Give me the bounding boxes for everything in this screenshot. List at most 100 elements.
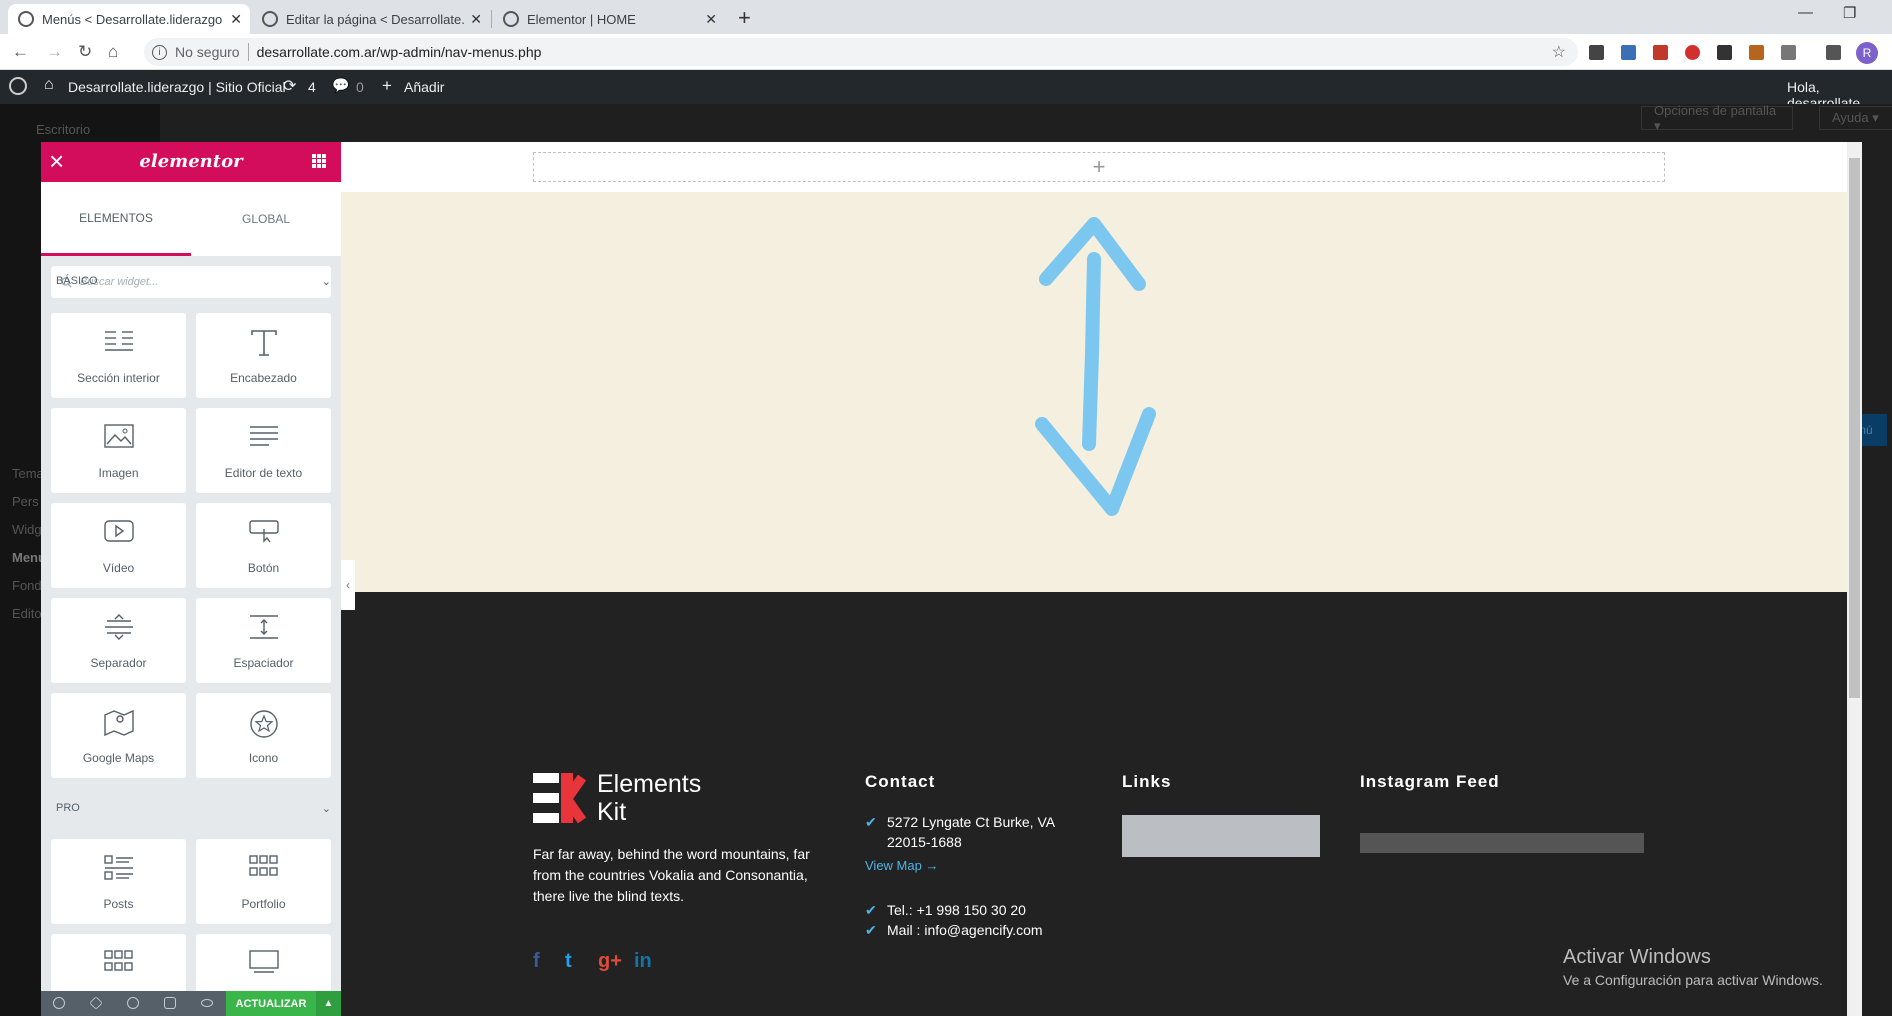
widget-heading[interactable]: Encabezado: [196, 313, 331, 398]
beige-section[interactable]: [341, 192, 1861, 592]
widget-portfolio[interactable]: Portfolio: [196, 839, 331, 924]
widget-video[interactable]: Vídeo: [51, 503, 186, 588]
screen-options-button[interactable]: Opciones de pantalla ▾: [1641, 103, 1793, 133]
extension-icon[interactable]: [1685, 45, 1700, 60]
widget-posts[interactable]: Posts: [51, 839, 186, 924]
sidebar-item-dashboard[interactable]: Escritorio: [36, 122, 90, 137]
extension-icon[interactable]: [1749, 45, 1764, 60]
maximize-icon[interactable]: ❐: [1843, 4, 1856, 22]
tab-global[interactable]: GLOBAL: [191, 182, 341, 256]
plus-icon[interactable]: +: [382, 76, 392, 96]
widget-gallery[interactable]: [51, 934, 186, 991]
updates-count[interactable]: 4: [308, 79, 316, 95]
map-icon: [103, 709, 134, 737]
forward-icon[interactable]: →: [46, 42, 63, 62]
scrollbar-thumb[interactable]: [1849, 158, 1860, 698]
history-icon[interactable]: [127, 997, 139, 1009]
sidebar-item-widgets[interactable]: Widg: [12, 522, 42, 537]
menu-icon[interactable]: [1826, 45, 1841, 60]
chevron-left-icon: ‹: [346, 578, 350, 592]
tab-title: Elementor | HOME: [527, 11, 636, 27]
browser-tab-menus[interactable]: Menús < Desarrollate.liderazgo | ✕: [8, 4, 250, 34]
close-icon[interactable]: ✕: [705, 11, 717, 28]
google-plus-icon[interactable]: g+: [598, 950, 622, 973]
update-button[interactable]: ACTUALIZAR: [226, 991, 316, 1016]
help-button[interactable]: Ayuda ▾: [1819, 106, 1892, 130]
sidebar-item-customize[interactable]: Pers: [12, 494, 39, 509]
info-icon[interactable]: i: [152, 44, 167, 60]
widget-text-editor[interactable]: Editor de texto: [196, 408, 331, 493]
check-icon: ✔: [865, 814, 877, 830]
sidebar-item-background[interactable]: Fond: [12, 578, 42, 593]
extension-icon[interactable]: [1653, 45, 1668, 60]
extension-icon[interactable]: [1717, 45, 1732, 60]
check-icon: ✔: [865, 902, 877, 918]
address-item: ✔ 5272 Lyngate Ct Burke, VA 22015-1688: [865, 812, 1065, 852]
spacer-icon: [249, 615, 278, 639]
caret-up-icon[interactable]: ▲: [316, 991, 341, 1016]
comments-count[interactable]: 0: [356, 79, 364, 95]
widget-label: Vídeo: [102, 561, 135, 575]
extension-icon[interactable]: [1781, 45, 1796, 60]
category-pro-header[interactable]: PRO ⌄: [56, 802, 331, 815]
wordpress-icon: [262, 11, 278, 27]
facebook-icon[interactable]: f: [533, 950, 540, 973]
preview-scrollbar[interactable]: [1847, 142, 1862, 1016]
settings-icon[interactable]: [53, 997, 65, 1009]
windows-activation-subtitle: Ve a Configuración para activar Windows.: [1563, 972, 1823, 988]
navigator-icon[interactable]: [89, 996, 103, 1010]
add-section-button[interactable]: +: [533, 152, 1665, 182]
url-text[interactable]: desarrollate.com.ar/wp-admin/nav-menus.p…: [257, 44, 542, 60]
browser-tab-edit-page[interactable]: Editar la página < Desarrollate.li ✕: [252, 4, 490, 34]
tab-elements[interactable]: ELEMENTOS: [41, 182, 191, 256]
links-heading: Links: [1122, 772, 1172, 791]
preview-eye-icon[interactable]: [201, 999, 213, 1007]
widget-image[interactable]: Imagen: [51, 408, 186, 493]
extension-icon[interactable]: [1621, 45, 1636, 60]
extension-icon[interactable]: [1589, 45, 1604, 60]
widget-spacer[interactable]: Espaciador: [196, 598, 331, 683]
sidebar-item-themes[interactable]: Tema: [12, 466, 44, 481]
tab-title: Menús < Desarrollate.liderazgo |: [42, 11, 225, 27]
bookmark-star-icon[interactable]: ☆: [1552, 42, 1566, 62]
widget-slides[interactable]: [196, 934, 331, 991]
back-icon[interactable]: ←: [12, 42, 29, 62]
grid-menu-icon[interactable]: [312, 154, 326, 168]
widget-divider[interactable]: Separador: [51, 598, 186, 683]
links-menu-placeholder[interactable]: [1122, 815, 1320, 857]
elementor-panel-header: × elementor: [41, 142, 341, 182]
ek-logo-mark: [533, 773, 589, 824]
text-editor-icon: [249, 426, 278, 446]
category-basic-header[interactable]: BÁSICO ⌄: [56, 275, 331, 288]
updates-icon[interactable]: ⟳: [283, 76, 296, 96]
profile-avatar[interactable]: R: [1856, 42, 1878, 64]
panel-tabs: ELEMENTOS GLOBAL Buscar widget...: [41, 182, 341, 298]
minimize-icon[interactable]: —: [1798, 4, 1813, 21]
tab-title: Editar la página < Desarrollate.li: [286, 11, 465, 27]
video-icon: [103, 520, 134, 542]
omnibox[interactable]: i No seguro desarrollate.com.ar/wp-admin…: [144, 38, 1578, 66]
comment-icon[interactable]: 💬: [332, 77, 349, 94]
view-map-label[interactable]: View Map: [865, 858, 922, 873]
widget-inner-section[interactable]: Sección interior: [51, 313, 186, 398]
reload-icon[interactable]: ↻: [78, 42, 92, 62]
responsive-mode-icon[interactable]: [164, 997, 176, 1009]
collapse-panel-handle[interactable]: ‹: [341, 560, 355, 610]
home-icon[interactable]: ⌂: [108, 42, 118, 62]
add-new-link[interactable]: Añadir: [404, 79, 444, 95]
linkedin-icon[interactable]: in: [634, 950, 652, 973]
tab-separator: [491, 10, 492, 28]
widget-google-maps[interactable]: Google Maps: [51, 693, 186, 778]
close-icon[interactable]: ✕: [470, 11, 482, 28]
new-tab-button[interactable]: +: [738, 5, 751, 31]
close-icon[interactable]: ✕: [230, 11, 242, 28]
sidebar-item-editor[interactable]: Edito: [12, 606, 42, 621]
browser-tab-elementor[interactable]: Elementor | HOME ✕: [493, 4, 725, 34]
view-map-link[interactable]: View Map →: [865, 858, 938, 873]
widget-icon[interactable]: Icono: [196, 693, 331, 778]
widget-label: Icono: [248, 751, 279, 765]
twitter-icon[interactable]: t: [565, 950, 572, 973]
widget-button[interactable]: Botón: [196, 503, 331, 588]
wordpress-logo-icon[interactable]: [9, 77, 27, 95]
site-name-link[interactable]: Desarrollate.liderazgo | Sitio Oficial: [68, 79, 286, 95]
